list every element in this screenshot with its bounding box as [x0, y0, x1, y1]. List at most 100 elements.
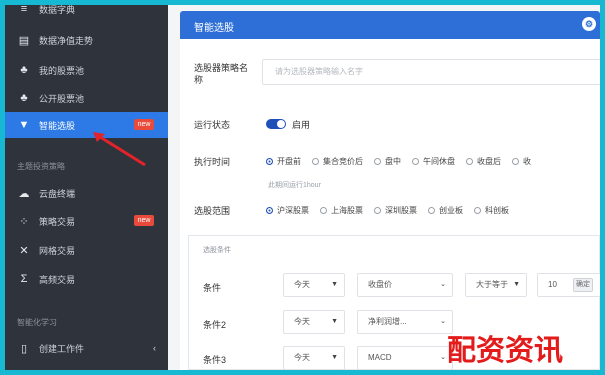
- condition-label: 条件2: [203, 320, 227, 330]
- radio-dot: [412, 158, 419, 165]
- strategy-name-label: 选股器策略名称: [194, 63, 249, 85]
- select-value: 今天: [294, 353, 310, 362]
- radio-after-auction[interactable]: 集合竞价后: [312, 156, 363, 167]
- sidebar-item-hft[interactable]: Σ 高频交易: [5, 266, 168, 292]
- gear-icon[interactable]: ⚙: [582, 17, 596, 31]
- radio-dot: [266, 207, 273, 214]
- filter-icon: ▼: [18, 119, 30, 131]
- radio-gem[interactable]: 创业板: [428, 205, 463, 216]
- condition-day-select[interactable]: 今天 ▼: [283, 346, 345, 370]
- caret-down-icon: ▼: [331, 354, 338, 361]
- smart-picker-form: 选股器策略名称 请为选股器策略输入名字 运行状态 启用 执行时间 开盘前 集合竞…: [180, 39, 600, 370]
- scope-label: 选股范围: [194, 206, 231, 216]
- radio-midday[interactable]: 午间休盘: [412, 156, 455, 167]
- sidebar-group-title: 主题投资策略: [17, 162, 65, 171]
- status-value: 启用: [292, 120, 311, 130]
- radio-after-close[interactable]: 收盘后: [466, 156, 501, 167]
- select-value: 今天: [294, 317, 310, 326]
- radio-label: 创业板: [439, 206, 463, 215]
- group-icon: ♣: [20, 92, 28, 104]
- sidebar-item-strategy-trading[interactable]: ⁘ 策略交易 new: [5, 208, 168, 234]
- exec-time-label: 执行时间: [194, 157, 231, 167]
- shuffle-icon: ✕: [19, 244, 29, 257]
- radio-label: 科创板: [485, 206, 509, 215]
- sidebar-item-nav-trend[interactable]: ▤ 数据净值走势: [5, 27, 168, 53]
- radio-label: 盘中: [385, 157, 401, 166]
- condition-field-select[interactable]: MACD ⌄: [357, 346, 453, 370]
- radio-label: 沪深股票: [277, 206, 309, 215]
- status-toggle[interactable]: [266, 119, 286, 129]
- radio-label: 上海股票: [331, 206, 363, 215]
- strategy-name-input[interactable]: 请为选股器策略输入名字: [262, 59, 600, 85]
- sidebar-item-label: 高频交易: [39, 274, 76, 285]
- chevron-left-icon: ‹: [153, 343, 156, 353]
- condition-day-select[interactable]: 今天 ▼: [283, 310, 345, 334]
- condition-confirm-button[interactable]: 确定: [573, 278, 593, 292]
- exec-time-hint: 此期间运行1hour: [268, 182, 321, 189]
- sidebar-item-label: 数据净值走势: [39, 35, 94, 46]
- chart-icon: ▤: [18, 34, 30, 47]
- radio-intraday[interactable]: 盘中: [374, 156, 401, 167]
- main-content: 智能选股 ⚙ 选股器策略名称 请为选股器策略输入名字 运行状态 启用 执行时间 …: [168, 5, 600, 370]
- radio-star[interactable]: 科创板: [474, 205, 509, 216]
- caret-down-icon: ▼: [331, 318, 338, 325]
- group-icon: ♣: [20, 64, 28, 76]
- sidebar-item-create-work[interactable]: ▯ 创建工作件 ‹: [5, 335, 168, 361]
- sidebar-group-title: 智能化学习: [17, 318, 57, 327]
- radio-hs-stocks[interactable]: 沪深股票: [266, 205, 309, 216]
- cloud-icon: ☁: [18, 187, 30, 200]
- sidebar-item-label: 数据字典: [39, 5, 76, 15]
- document-icon: ▯: [20, 342, 28, 355]
- scope-options: 沪深股票 上海股票 深圳股票 创业板 科创板: [266, 205, 509, 216]
- condition-label: 条件: [203, 283, 222, 293]
- condition-field-select[interactable]: 净利润增... ⌄: [357, 310, 453, 334]
- sidebar-item-my-pool[interactable]: ♣ 我的股票池: [5, 57, 168, 83]
- caret-down-icon: ▼: [331, 281, 338, 288]
- radio-label: 午间休盘: [423, 157, 455, 166]
- sidebar-item-label: 云盘终端: [39, 188, 76, 199]
- radio-sh-stocks[interactable]: 上海股票: [320, 205, 363, 216]
- radio-pre-open[interactable]: 开盘前: [266, 156, 301, 167]
- radio-close[interactable]: 收: [512, 156, 531, 167]
- app-frame: ≡ 数据字典 ▤ 数据净值走势 ♣ 我的股票池 ♣ 公开股票池 ▼ 智能选股 n…: [5, 5, 600, 370]
- caret-down-icon: ⌄: [440, 354, 446, 361]
- radio-dot: [312, 158, 319, 165]
- sidebar: ≡ 数据字典 ▤ 数据净值走势 ♣ 我的股票池 ♣ 公开股票池 ▼ 智能选股 n…: [5, 5, 168, 370]
- sidebar-item-label: 策略交易: [39, 216, 76, 227]
- select-value: 净利润增...: [368, 317, 407, 326]
- select-value: 大于等于: [476, 280, 508, 289]
- caret-down-icon: ▼: [513, 281, 520, 288]
- radio-label: 收: [523, 157, 531, 166]
- condition-day-select[interactable]: 今天 ▼: [283, 273, 345, 297]
- condition-field-select[interactable]: 收盘价 ⌄: [357, 273, 453, 297]
- radio-dot: [512, 158, 519, 165]
- exec-time-options: 开盘前 集合竞价后 盘中 午间休盘 收盘后 收: [266, 156, 531, 167]
- new-badge: new: [134, 119, 154, 130]
- radio-label: 开盘前: [277, 157, 301, 166]
- select-value: 收盘价: [368, 280, 392, 289]
- sidebar-item-public-pool[interactable]: ♣ 公开股票池: [5, 85, 168, 111]
- radio-label: 收盘后: [477, 157, 501, 166]
- new-badge: new: [134, 215, 154, 226]
- panel-title: 智能选股: [194, 23, 234, 34]
- radio-dot: [466, 158, 473, 165]
- panel-header: 智能选股 ⚙: [180, 11, 600, 39]
- radio-dot: [266, 158, 273, 165]
- radio-dot: [428, 207, 435, 214]
- caret-down-icon: ⌄: [440, 281, 446, 288]
- sidebar-item-label: 创建工作件: [39, 343, 85, 354]
- sidebar-item-data-dictionary[interactable]: ≡ 数据字典: [5, 5, 168, 22]
- layers-icon: ≡: [20, 5, 28, 15]
- condition-label: 条件3: [203, 355, 227, 365]
- sidebar-item-grid-trading[interactable]: ✕ 网格交易: [5, 237, 168, 263]
- status-label: 运行状态: [194, 120, 231, 130]
- radio-dot: [320, 207, 327, 214]
- select-value: 今天: [294, 280, 310, 289]
- sidebar-item-label: 公开股票池: [39, 93, 85, 104]
- radio-label: 集合竞价后: [323, 157, 363, 166]
- sigma-icon: Σ: [20, 273, 28, 285]
- radio-sz-stocks[interactable]: 深圳股票: [374, 205, 417, 216]
- watermark-text: 配资资讯: [447, 333, 564, 367]
- sidebar-item-cloud-terminal[interactable]: ☁ 云盘终端: [5, 180, 168, 206]
- condition-operator-select[interactable]: 大于等于 ▼: [465, 273, 527, 297]
